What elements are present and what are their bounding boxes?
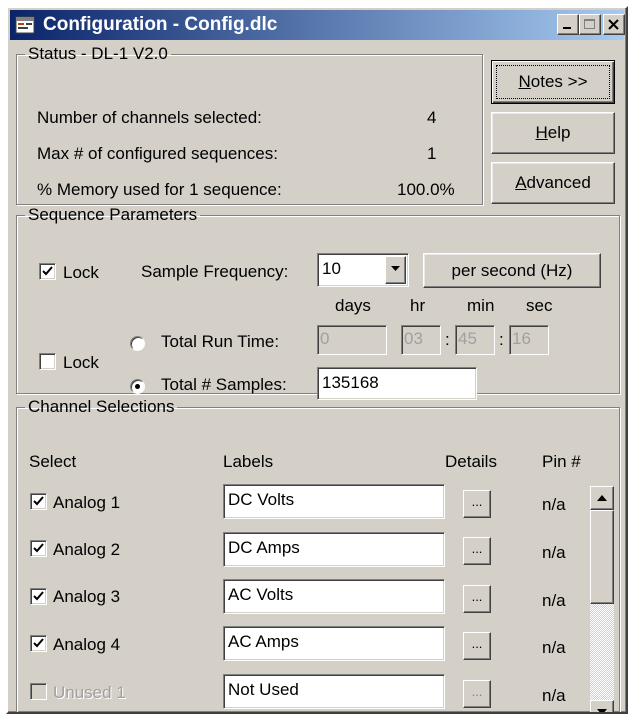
unused-1-checkbox[interactable] [30, 683, 47, 700]
total-samples-field[interactable]: 135168 [317, 367, 477, 400]
maximize-icon [584, 19, 595, 29]
notes-button[interactable]: Notes >> [491, 60, 615, 104]
advanced-button[interactable]: Advanced [491, 162, 615, 204]
sample-frequency-dropdown-button[interactable] [385, 256, 406, 284]
analog-4-pin: n/a [542, 638, 566, 657]
max-sequences-value: 1 [427, 144, 437, 163]
app-icon [15, 16, 35, 34]
maximize-button[interactable] [579, 14, 601, 35]
analog-1-checkbox[interactable] [30, 493, 47, 510]
lock-frequency-label: Lock [63, 263, 99, 282]
time-separator: : [499, 330, 504, 349]
checkmark-icon [33, 638, 44, 648]
lock-frequency-checkbox[interactable] [39, 263, 56, 280]
channels-selected-label: Number of channels selected: [37, 108, 262, 127]
total-samples-label: Total # Samples: [161, 375, 287, 394]
configuration-window: Configuration - Config.dlc Status - DL-1… [6, 6, 628, 714]
analog-4-checkbox[interactable] [30, 635, 47, 652]
hr-column-label: hr [410, 296, 426, 315]
window-title: Configuration - Config.dlc [43, 14, 278, 35]
channels-selected-value: 4 [427, 108, 437, 127]
unused-1-pin: n/a [542, 686, 566, 705]
lock-run-time-label: Lock [63, 353, 99, 372]
sequence-parameters-group: Sequence Parameters Lock Sample Frequenc… [16, 205, 620, 400]
radio-selected-dot [135, 384, 140, 389]
notes-button-label: Notes >> [518, 72, 588, 91]
analog-3-checkbox[interactable] [30, 588, 47, 605]
analog-1-label-field[interactable]: DC Volts [223, 484, 445, 519]
time-separator: : [445, 330, 450, 349]
analog-2-label-field[interactable]: DC Amps [223, 532, 445, 567]
labels-header: Labels [223, 452, 274, 471]
channel-legend: Channel Selections [28, 397, 175, 416]
advanced-button-label: Advanced [515, 173, 591, 192]
arrow-down-icon [597, 709, 607, 712]
per-second-button-label: per second (Hz) [451, 260, 573, 280]
arrow-up-icon [597, 495, 607, 501]
per-second-button[interactable]: per second (Hz) [423, 253, 601, 288]
sample-frequency-value: 10 [322, 259, 341, 278]
run-hours-field[interactable]: 03 [401, 325, 441, 355]
sample-frequency-label: Sample Frequency: [141, 262, 289, 281]
analog-4-details-button[interactable]: ... [463, 632, 491, 660]
chevron-down-icon [391, 266, 400, 271]
scroll-thumb[interactable] [590, 510, 614, 604]
analog-3-pin: n/a [542, 591, 566, 610]
status-group: Status - DL-1 V2.0 Number of channels se… [16, 45, 483, 205]
memory-used-label: % Memory used for 1 sequence: [37, 180, 282, 199]
analog-3-details-button[interactable]: ... [463, 585, 491, 613]
checkmark-icon [33, 591, 44, 601]
run-days-field[interactable]: 0 [317, 325, 387, 355]
channel-scrollbar[interactable] [590, 486, 614, 712]
analog-2-name: Analog 2 [53, 540, 121, 559]
help-button-label: Help [535, 123, 571, 142]
checkmark-icon [33, 543, 44, 553]
analog-1-pin: n/a [542, 495, 566, 514]
total-run-time-label: Total Run Time: [161, 332, 280, 351]
memory-used-value: 100.0% [397, 180, 455, 199]
total-samples-radio[interactable] [130, 379, 145, 394]
checkmark-icon [42, 266, 53, 276]
unused-1-name: Unused 1 [53, 683, 126, 702]
analog-4-label-field[interactable]: AC Amps [223, 626, 445, 661]
analog-1-name: Analog 1 [53, 493, 121, 512]
total-run-time-radio[interactable] [130, 336, 145, 351]
analog-2-pin: n/a [542, 543, 566, 562]
run-minutes-field[interactable]: 45 [455, 325, 495, 355]
days-column-label: days [335, 296, 371, 315]
sec-column-label: sec [526, 296, 553, 315]
analog-2-details-button[interactable]: ... [463, 537, 491, 565]
sequence-legend: Sequence Parameters [28, 205, 198, 224]
scroll-track[interactable] [590, 604, 614, 700]
status-legend: Status - DL-1 V2.0 [28, 44, 168, 63]
analog-3-name: Analog 3 [53, 587, 121, 606]
analog-4-name: Analog 4 [53, 635, 121, 654]
scroll-up-button[interactable] [590, 486, 614, 510]
lock-run-time-checkbox[interactable] [39, 353, 56, 370]
analog-3-label-field[interactable]: AC Volts [223, 579, 445, 614]
channel-selections-group: Channel Selections Select Labels Details… [16, 397, 620, 712]
minimize-button[interactable] [557, 14, 579, 35]
checkmark-icon [33, 496, 44, 506]
title-bar[interactable]: Configuration - Config.dlc [10, 10, 625, 40]
help-button[interactable]: Help [491, 112, 615, 154]
scroll-down-button[interactable] [590, 700, 614, 712]
unused-1-label-field[interactable]: Not Used [223, 674, 445, 709]
close-button[interactable] [603, 14, 625, 35]
minimize-icon [563, 27, 571, 29]
unused-1-details-button[interactable]: ... [463, 680, 491, 708]
select-header: Select [29, 452, 77, 471]
min-column-label: min [467, 296, 495, 315]
max-sequences-label: Max # of configured sequences: [37, 144, 278, 163]
run-seconds-field[interactable]: 16 [509, 325, 549, 355]
analog-2-checkbox[interactable] [30, 540, 47, 557]
analog-1-details-button[interactable]: ... [463, 490, 491, 518]
sample-frequency-select[interactable]: 10 [317, 253, 409, 287]
pin-header: Pin # [542, 452, 581, 471]
details-header: Details [445, 452, 497, 471]
close-icon [608, 19, 619, 30]
